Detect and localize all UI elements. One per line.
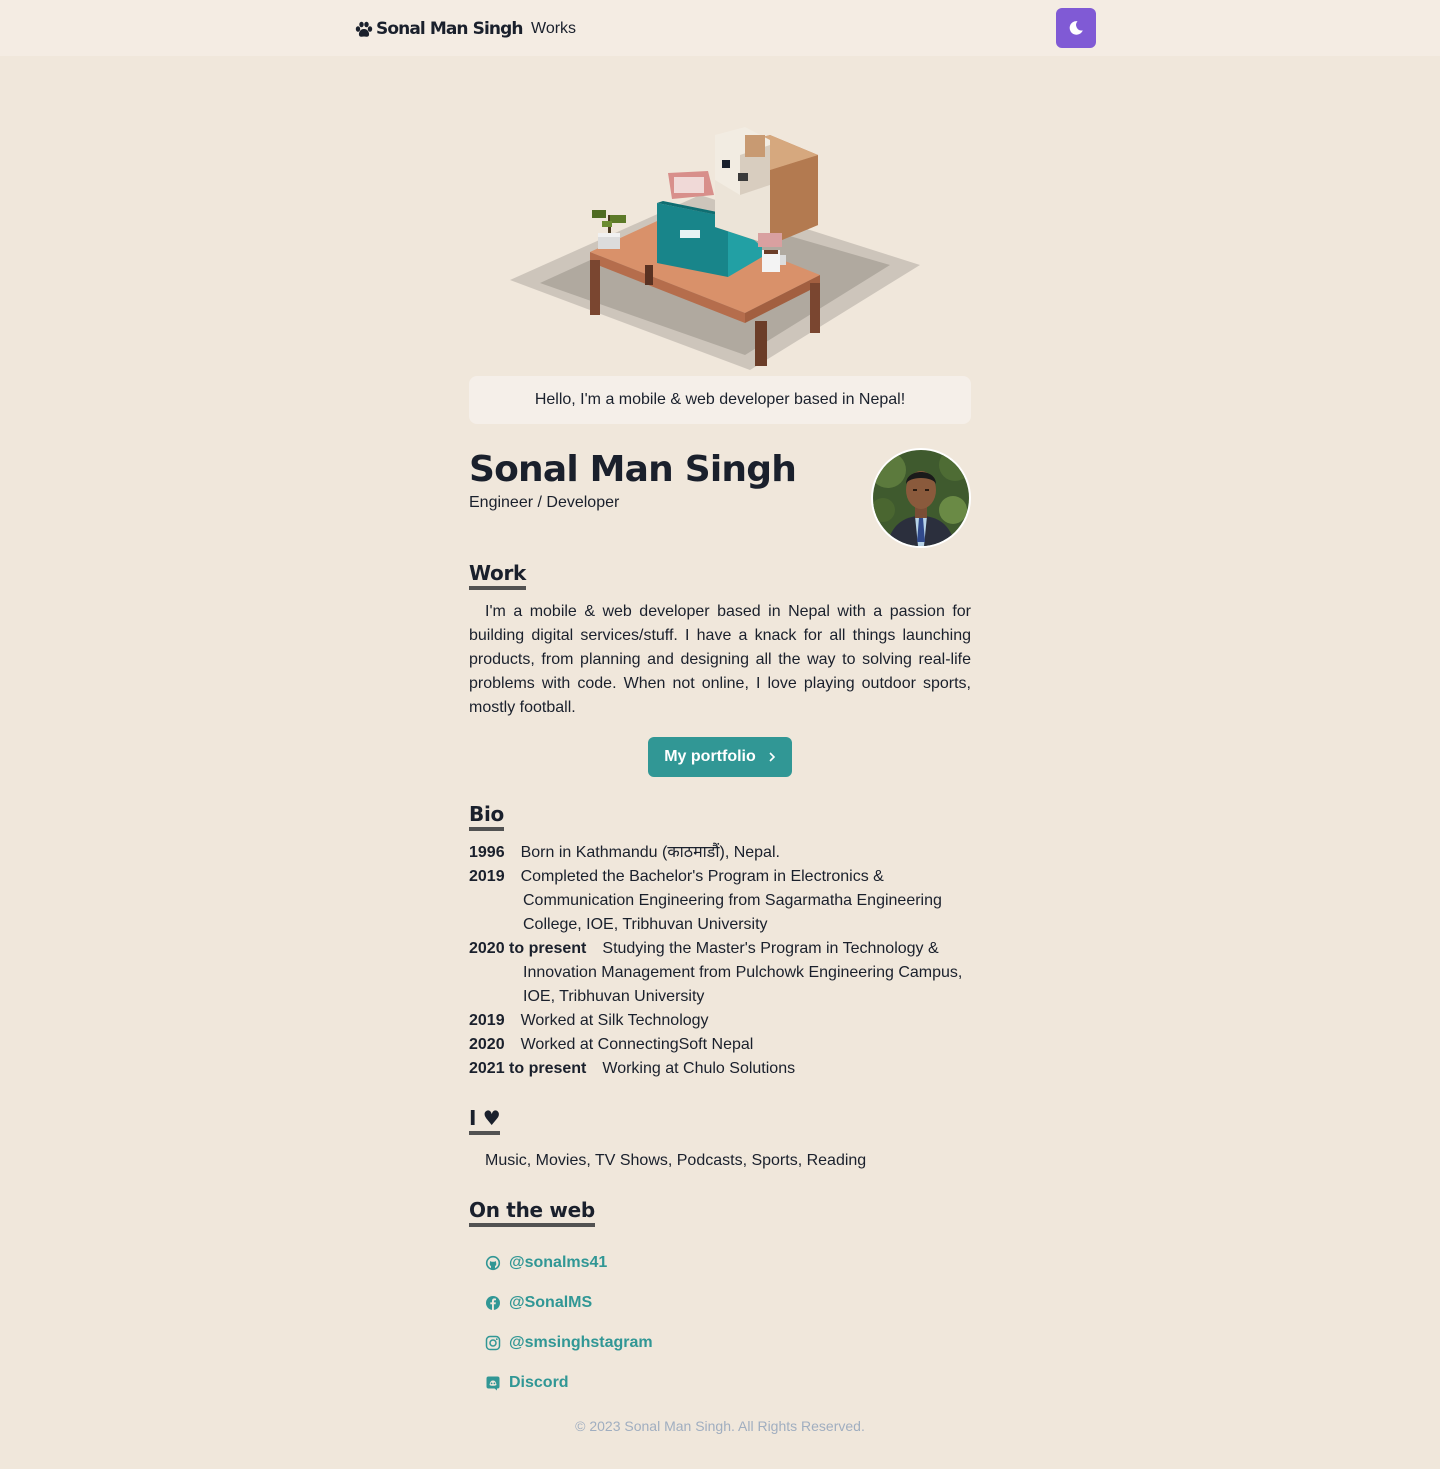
- bio-year: 2021 to present: [469, 1060, 587, 1077]
- web-section-title: On the web: [469, 1198, 595, 1227]
- bio-item: 2020 Worked at ConnectingSoft Nepal: [469, 1033, 971, 1057]
- navbar: Sonal Man Singh Works: [0, 0, 1440, 56]
- bio-text: Worked at Silk Technology: [520, 1012, 709, 1029]
- navbar-inner: Sonal Man Singh Works: [354, 0, 1096, 56]
- social-links: @sonalms41 @SonalMS @smsinghstagram Disc…: [469, 1243, 971, 1403]
- facebook-icon: [486, 1296, 500, 1310]
- theme-toggle-button[interactable]: [1056, 8, 1096, 48]
- bio-text: Working at Chulo Solutions: [602, 1060, 796, 1077]
- github-link-label: @sonalms41: [509, 1254, 608, 1271]
- bio-section-title: Bio: [469, 802, 504, 831]
- facebook-link-label: @SonalMS: [509, 1294, 593, 1311]
- github-icon: [485, 1255, 501, 1271]
- my-portfolio-button-label: My portfolio: [664, 748, 756, 765]
- bio-year: 2019: [469, 868, 505, 885]
- bio-item: 2019 Worked at Silk Technology: [469, 1009, 971, 1033]
- facebook-link[interactable]: @SonalMS: [485, 1283, 971, 1323]
- portfolio-button-wrapper: My portfolio: [469, 737, 971, 777]
- greeting-banner: Hello, I'm a mobile & web developer base…: [469, 376, 971, 424]
- bio-text: Completed the Bachelor's Program in Elec…: [520, 868, 942, 933]
- bio-year: 2020: [469, 1036, 505, 1053]
- discord-link[interactable]: Discord: [485, 1363, 971, 1403]
- love-section-title: I ♥: [469, 1106, 501, 1135]
- bio-year: 2019: [469, 1012, 505, 1029]
- avatar: [871, 448, 971, 548]
- work-section-title: Work: [469, 561, 526, 590]
- work-description: I'm a mobile & web developer based in Ne…: [469, 603, 971, 716]
- discord-icon: [486, 1376, 500, 1391]
- main-content: Hello, I'm a mobile & web developer base…: [469, 376, 971, 1403]
- nav-link-works[interactable]: Works: [531, 17, 576, 41]
- bio-item: 1996 Born in Kathmandu (काठमाडौं), Nepal.: [469, 841, 971, 865]
- bio-text: Studying the Master's Program in Technol…: [523, 940, 963, 1005]
- bio-item: 2021 to present Working at Chulo Solution…: [469, 1057, 971, 1081]
- hero-voxel-dog-illustration: [500, 115, 940, 377]
- bio-text: Born in Kathmandu (काठमाडौं), Nepal.: [520, 844, 780, 861]
- profile-header: Sonal Man Singh Engineer / Developer: [469, 448, 971, 548]
- github-link[interactable]: @sonalms41: [485, 1243, 971, 1283]
- moon-icon: [1069, 21, 1083, 35]
- bio-item: 2019 Completed the Bachelor's Program in …: [469, 865, 971, 937]
- instagram-link-label: @smsinghstagram: [509, 1334, 653, 1351]
- paw-icon: [355, 21, 373, 37]
- my-portfolio-button[interactable]: My portfolio: [648, 737, 792, 777]
- footer-copyright: © 2023 Sonal Man Singh. All Rights Reser…: [575, 1418, 865, 1434]
- bio-year: 2020 to present: [469, 940, 587, 957]
- chevron-right-icon: [769, 752, 775, 762]
- site-logo[interactable]: Sonal Man Singh: [354, 17, 524, 43]
- instagram-icon: [485, 1335, 501, 1351]
- bio-year: 1996: [469, 844, 505, 861]
- logo-text: Sonal Man Singh: [376, 19, 524, 39]
- instagram-link[interactable]: @smsinghstagram: [485, 1323, 971, 1363]
- love-text: Music, Movies, TV Shows, Podcasts, Sport…: [485, 1152, 867, 1169]
- discord-link-label: Discord: [509, 1374, 569, 1391]
- bio-list: 1996 Born in Kathmandu (काठमाडौं), Nepal.…: [469, 841, 971, 1081]
- bio-item: 2020 to present Studying the Master's Pro…: [469, 937, 971, 1009]
- bio-text: Worked at ConnectingSoft Nepal: [520, 1036, 754, 1053]
